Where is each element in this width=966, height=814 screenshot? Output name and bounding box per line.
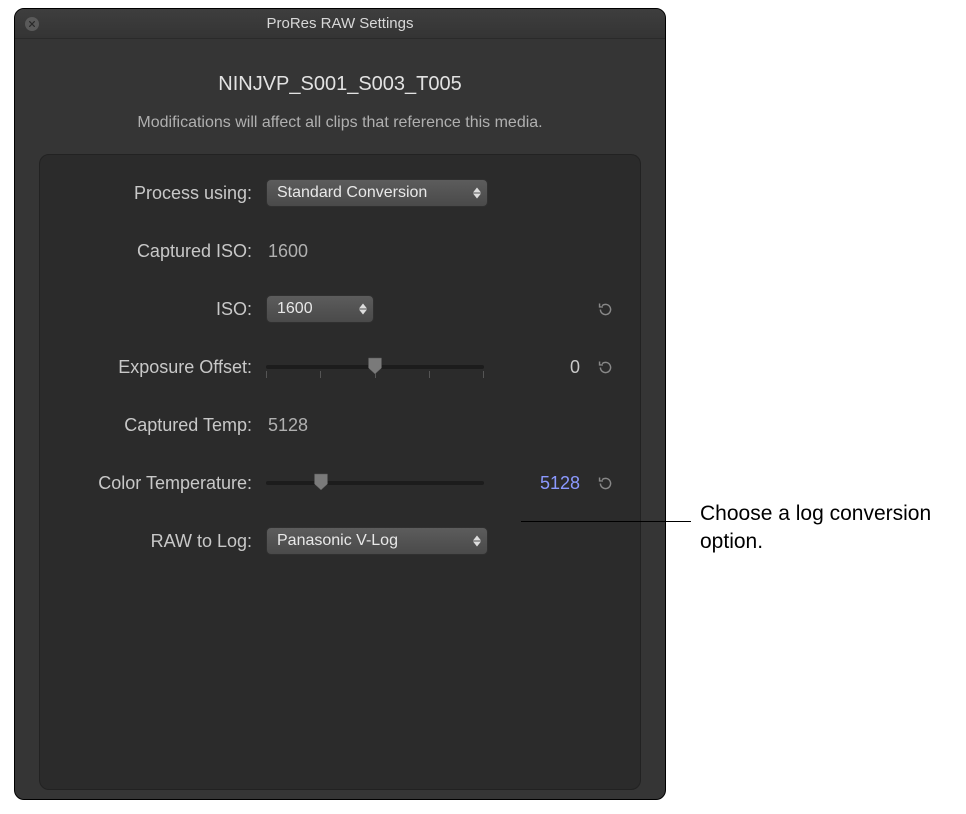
updown-icon (359, 304, 367, 315)
row-captured-iso: Captured ISO: 1600 (64, 237, 616, 265)
color-temperature-slider[interactable] (266, 471, 484, 495)
slider-thumb[interactable] (368, 357, 383, 375)
label-color-temp: Color Temperature: (64, 473, 266, 494)
captured-iso-value: 1600 (266, 241, 308, 262)
prores-raw-settings-window: ProRes RAW Settings NINJVP_S001_S003_T00… (14, 8, 666, 800)
slider-track (266, 481, 484, 485)
updown-icon (473, 536, 481, 547)
updown-icon (473, 188, 481, 199)
process-using-value: Standard Conversion (277, 184, 427, 202)
close-icon (28, 20, 36, 28)
info-text: Modifications will affect all clips that… (39, 114, 641, 132)
iso-reset-button[interactable] (594, 298, 616, 320)
row-iso: ISO: 1600 (64, 295, 616, 323)
titlebar: ProRes RAW Settings (15, 9, 665, 39)
iso-value: 1600 (277, 300, 313, 318)
window-title: ProRes RAW Settings (15, 15, 665, 32)
process-using-dropdown[interactable]: Standard Conversion (266, 179, 488, 207)
reset-icon (597, 359, 614, 376)
exposure-offset-value[interactable]: 0 (530, 357, 580, 378)
iso-dropdown[interactable]: 1600 (266, 295, 374, 323)
color-temp-value[interactable]: 5128 (530, 473, 580, 494)
label-iso: ISO: (64, 299, 266, 320)
row-color-temperature: Color Temperature: 5128 (64, 469, 616, 497)
label-captured-temp: Captured Temp: (64, 415, 266, 436)
row-captured-temp: Captured Temp: 5128 (64, 411, 616, 439)
row-exposure-offset: Exposure Offset: 0 (64, 353, 616, 381)
reset-spacer (594, 530, 616, 552)
label-raw-to-log: RAW to Log: (64, 531, 266, 552)
close-button[interactable] (25, 17, 39, 31)
label-process-using: Process using: (64, 183, 266, 204)
reset-icon (597, 475, 614, 492)
reset-icon (597, 301, 614, 318)
window-body: NINJVP_S001_S003_T005 Modifications will… (15, 39, 665, 800)
raw-to-log-dropdown[interactable]: Panasonic V-Log (266, 527, 488, 555)
exposure-offset-slider[interactable] (266, 355, 484, 379)
slider-thumb[interactable] (313, 473, 328, 491)
color-temp-reset-button[interactable] (594, 472, 616, 494)
label-captured-iso: Captured ISO: (64, 241, 266, 262)
label-exposure-offset: Exposure Offset: (64, 357, 266, 378)
row-process-using: Process using: Standard Conversion (64, 179, 616, 207)
filename-label: NINJVP_S001_S003_T005 (39, 73, 641, 96)
row-raw-to-log: RAW to Log: Panasonic V-Log (64, 527, 616, 555)
exposure-offset-reset-button[interactable] (594, 356, 616, 378)
captured-temp-value: 5128 (266, 415, 308, 436)
callout-line (521, 521, 691, 522)
raw-to-log-value: Panasonic V-Log (277, 532, 398, 550)
settings-panel: Process using: Standard Conversion Captu… (39, 154, 641, 790)
callout-text: Choose a log conversion option. (700, 500, 950, 557)
